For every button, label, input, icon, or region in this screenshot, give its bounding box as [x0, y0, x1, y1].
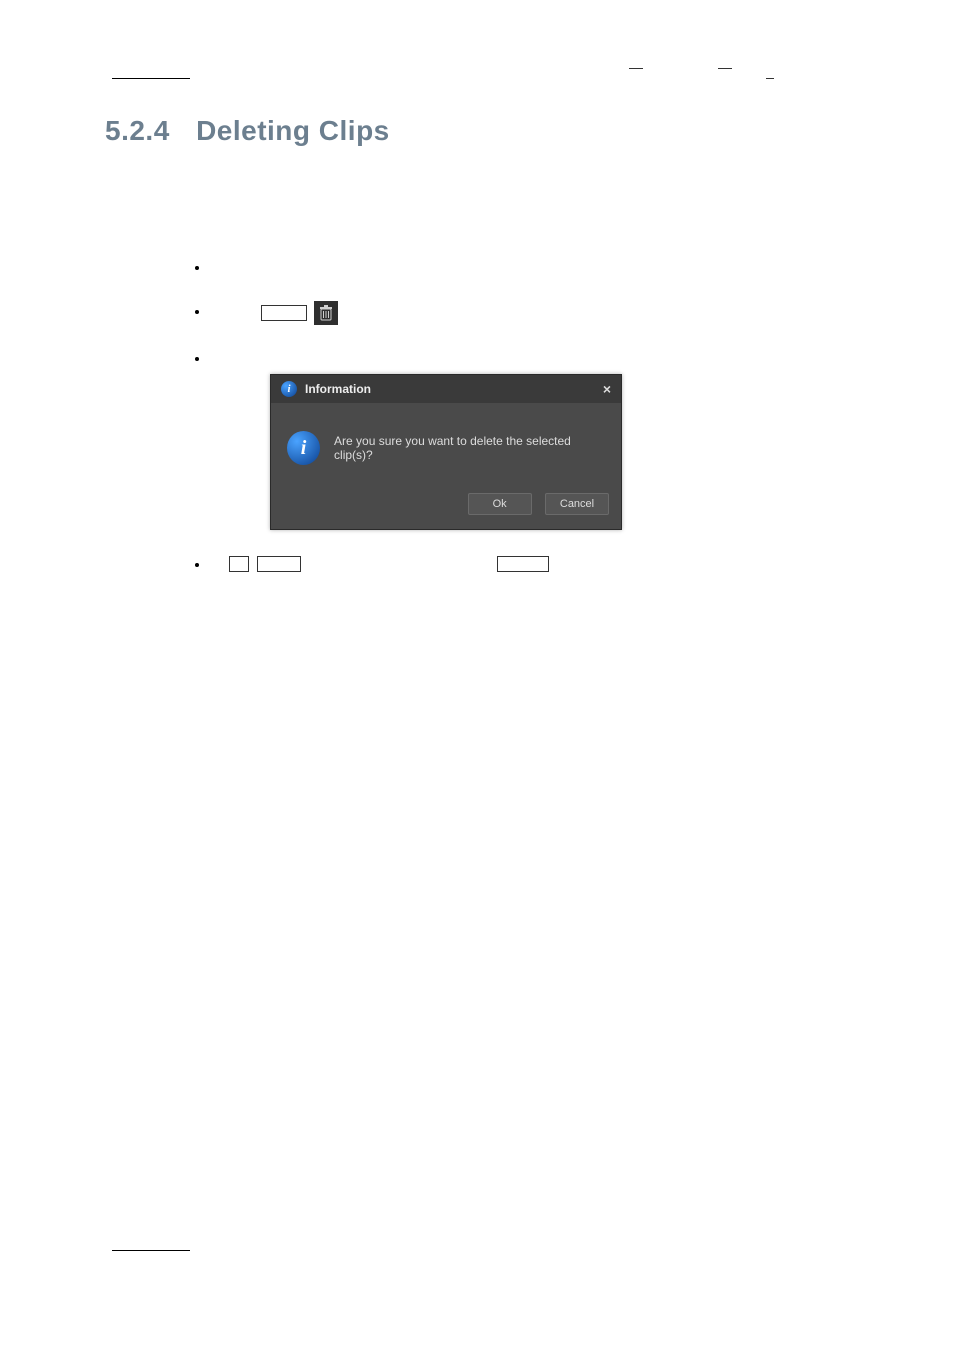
mark-dash	[629, 68, 643, 69]
info-icon: i	[287, 431, 320, 465]
section-title: Deleting Clips	[196, 115, 390, 146]
dialog-titlebar: i Information ×	[271, 375, 621, 403]
inline-box	[497, 556, 549, 572]
section-heading: 5.2.4 Deleting Clips	[105, 115, 390, 147]
bottom-rule	[112, 1250, 190, 1251]
dialog-message: Are you sure you want to delete the sele…	[334, 434, 605, 462]
list-item: i Information × i Are you sure you want …	[210, 351, 820, 530]
delete-button[interactable]	[314, 301, 338, 325]
list-item	[210, 556, 820, 572]
confirm-dialog: i Information × i Are you sure you want …	[270, 374, 622, 530]
delete-label-box	[261, 305, 307, 321]
top-rule	[112, 78, 190, 79]
list-item	[210, 260, 820, 275]
dialog-footer: Ok Cancel	[271, 485, 621, 529]
list-item	[210, 301, 820, 325]
section-number: 5.2.4	[105, 115, 170, 146]
info-icon: i	[281, 381, 297, 397]
content-area: i Information × i Are you sure you want …	[200, 260, 820, 598]
cancel-button[interactable]: Cancel	[545, 493, 609, 515]
mark-dash	[718, 68, 732, 69]
inline-box	[257, 556, 301, 572]
dialog-title-text: Information	[305, 382, 371, 396]
top-right-marks	[559, 60, 774, 78]
inline-box	[229, 556, 249, 572]
mark-dash-small	[766, 78, 774, 79]
trash-icon	[319, 305, 333, 321]
dialog-body: i Are you sure you want to delete the se…	[271, 403, 621, 485]
ok-button[interactable]: Ok	[468, 493, 532, 515]
close-icon[interactable]: ×	[603, 381, 611, 397]
